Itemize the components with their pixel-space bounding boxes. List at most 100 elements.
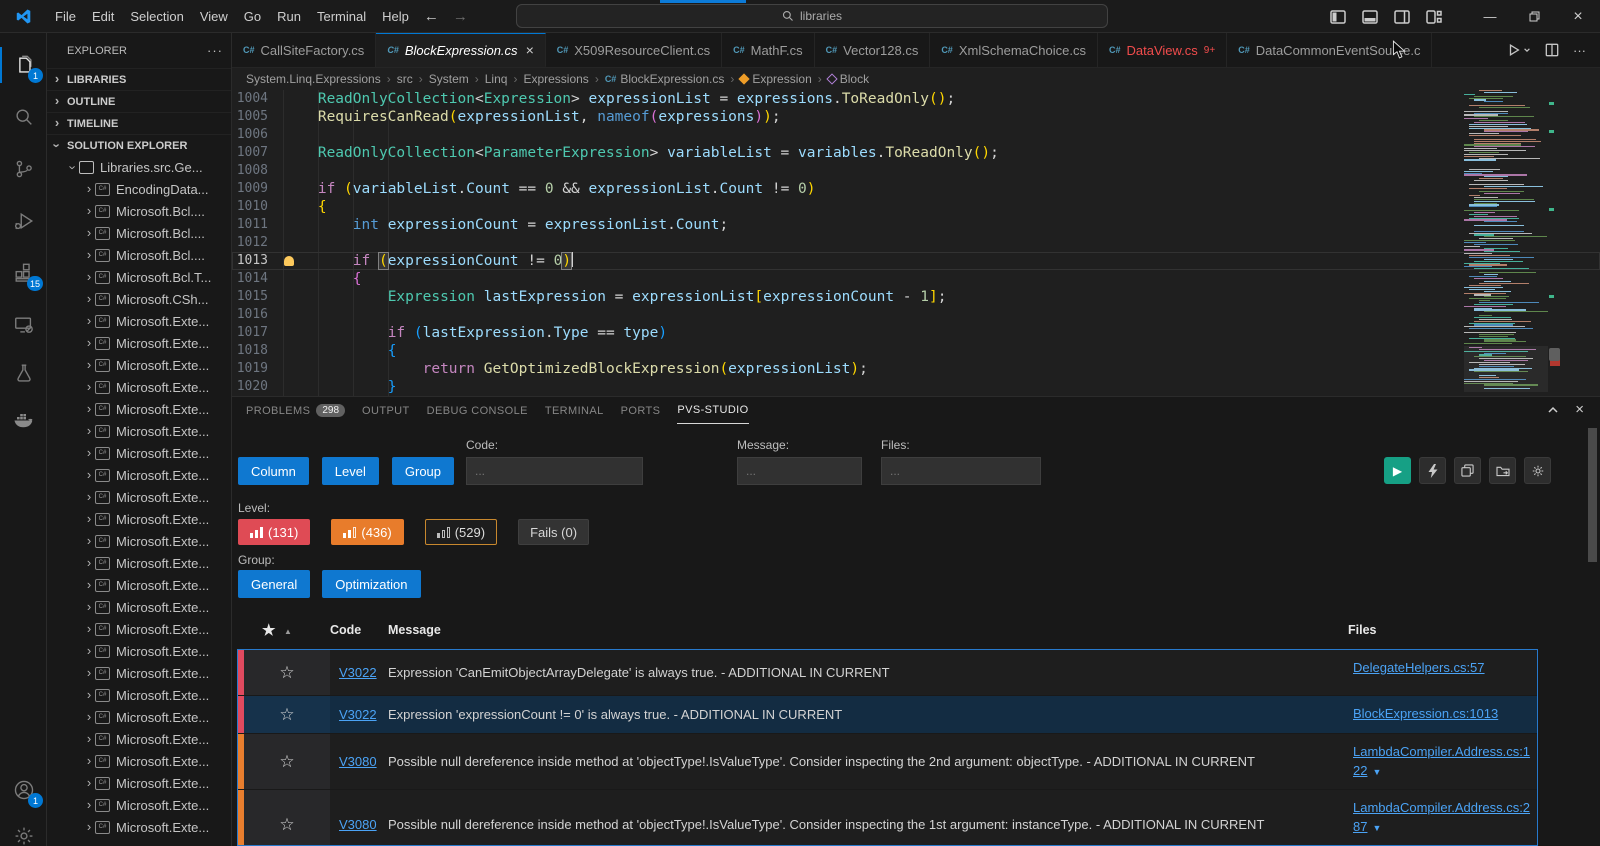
activity-search[interactable] bbox=[0, 95, 47, 139]
files-column-header[interactable]: Files bbox=[1348, 623, 1377, 637]
result-row[interactable]: ☆V3080Possible null dereference inside m… bbox=[238, 734, 1537, 790]
menu-terminal[interactable]: Terminal bbox=[309, 5, 374, 28]
activity-run-debug[interactable] bbox=[0, 199, 47, 243]
close-window-button[interactable]: × bbox=[1556, 0, 1600, 33]
diagnostic-code-link[interactable]: V3080 bbox=[339, 754, 377, 769]
tree-item[interactable]: ›C#Microsoft.Exte... bbox=[47, 464, 231, 486]
tree-item[interactable]: ›C#Microsoft.Exte... bbox=[47, 508, 231, 530]
code-line-1018[interactable]: 1018 { bbox=[232, 342, 1600, 360]
star-icon[interactable]: ☆ bbox=[279, 752, 294, 772]
panel-tab-ports[interactable]: PORTS bbox=[621, 398, 661, 424]
breadcrumb-item[interactable]: System bbox=[429, 72, 469, 86]
tree-item[interactable]: ›C#Microsoft.Exte... bbox=[47, 442, 231, 464]
tree-item[interactable]: ›C#Microsoft.Exte... bbox=[47, 398, 231, 420]
message-filter-input[interactable] bbox=[737, 457, 862, 485]
code-editor[interactable]: 1004 ReadOnlyCollection<Expression> expr… bbox=[232, 90, 1600, 396]
tree-item[interactable]: ›C#Microsoft.Exte... bbox=[47, 750, 231, 772]
tree-item[interactable]: ›C#Microsoft.Exte... bbox=[47, 728, 231, 750]
tab-mathf-cs[interactable]: C#MathF.cs bbox=[722, 33, 815, 67]
pvs-settings-button[interactable] bbox=[1524, 457, 1551, 484]
code-line-1007[interactable]: 1007 ReadOnlyCollection<ParameterExpress… bbox=[232, 144, 1600, 162]
tree-item[interactable]: ›C#Microsoft.Exte... bbox=[47, 552, 231, 574]
panel-tab-output[interactable]: OUTPUT bbox=[362, 398, 410, 424]
tree-item[interactable]: ›C#Microsoft.Exte... bbox=[47, 486, 231, 508]
editor-more-actions-icon[interactable]: ··· bbox=[1573, 43, 1586, 58]
tree-item[interactable]: ›C#Microsoft.Bcl.... bbox=[47, 222, 231, 244]
code-line-1012[interactable]: 1012 bbox=[232, 234, 1600, 252]
panel-tab-terminal[interactable]: TERMINAL bbox=[545, 398, 604, 424]
tree-item[interactable]: ›C#EncodingData... bbox=[47, 178, 231, 200]
code-line-1004[interactable]: 1004 ReadOnlyCollection<Expression> expr… bbox=[232, 90, 1600, 108]
breadcrumb-item[interactable]: src bbox=[397, 72, 413, 86]
run-analysis-button[interactable]: ▶ bbox=[1384, 457, 1411, 484]
tree-item[interactable]: ›C#Microsoft.Exte... bbox=[47, 772, 231, 794]
line-number[interactable]: 1016 bbox=[232, 306, 268, 324]
section-libraries[interactable]: ›LIBRARIES bbox=[47, 68, 231, 90]
menu-help[interactable]: Help bbox=[374, 5, 417, 28]
toggle-secondary-sidebar-icon[interactable] bbox=[1394, 10, 1410, 24]
result-row[interactable]: ☆V3022Expression 'expressionCount != 0' … bbox=[238, 696, 1537, 734]
level-orange-button[interactable]: (436) bbox=[331, 519, 403, 545]
panel-tab-pvs-studio[interactable]: PVS-STUDIO bbox=[677, 398, 748, 424]
activity-source-control[interactable] bbox=[0, 147, 47, 191]
files-filter-input[interactable] bbox=[881, 457, 1041, 485]
forward-button[interactable]: → bbox=[446, 8, 475, 25]
overview-ruler[interactable] bbox=[1548, 90, 1562, 396]
group-optimization-button[interactable]: Optimization bbox=[322, 570, 420, 598]
quick-actions-button[interactable] bbox=[1419, 457, 1446, 484]
breadcrumb-item[interactable]: System.Linq.Expressions bbox=[246, 72, 381, 86]
back-button[interactable]: ← bbox=[417, 8, 446, 25]
menu-selection[interactable]: Selection bbox=[122, 5, 191, 28]
tree-item[interactable]: ›C#Microsoft.CSh... bbox=[47, 288, 231, 310]
expand-locations-icon[interactable]: ▼ bbox=[1372, 767, 1381, 777]
tab-blockexpression-cs[interactable]: C#BlockExpression.cs× bbox=[376, 33, 545, 67]
tree-item[interactable]: ›C#Microsoft.Exte... bbox=[47, 618, 231, 640]
tree-item[interactable]: ›C#Microsoft.Exte... bbox=[47, 310, 231, 332]
activity-remote-explorer[interactable] bbox=[0, 303, 47, 347]
tree-item[interactable]: ›Libraries.src.Ge... bbox=[47, 156, 231, 178]
menu-view[interactable]: View bbox=[192, 5, 236, 28]
panel-scrollbar[interactable] bbox=[1588, 428, 1597, 562]
customize-layout-icon[interactable] bbox=[1426, 10, 1442, 24]
activity-explorer[interactable]: 1 bbox=[0, 43, 47, 87]
code-column-header[interactable]: Code bbox=[330, 623, 361, 637]
code-line-1015[interactable]: 1015 Expression lastExpression = express… bbox=[232, 288, 1600, 306]
diagnostic-code-link[interactable]: V3022 bbox=[339, 707, 377, 722]
menu-edit[interactable]: Edit bbox=[84, 5, 122, 28]
favorite-column-icon[interactable]: ★ bbox=[262, 621, 275, 639]
panel-tab-problems[interactable]: PROBLEMS298 bbox=[246, 398, 345, 424]
breadcrumb-item[interactable]: Expression bbox=[740, 72, 811, 86]
tab-vector128-cs[interactable]: C#Vector128.cs bbox=[815, 33, 931, 67]
message-column-header[interactable]: Message bbox=[388, 623, 441, 637]
file-location-link[interactable]: BlockExpression.cs:1013 bbox=[1353, 706, 1498, 721]
level-outline-button[interactable]: (529) bbox=[425, 519, 497, 545]
breadcrumb-item[interactable]: Linq bbox=[485, 72, 508, 86]
line-number[interactable]: 1008 bbox=[232, 162, 268, 180]
activity-extensions[interactable]: 15 bbox=[0, 251, 47, 295]
tree-item[interactable]: ›C#Microsoft.Exte... bbox=[47, 376, 231, 398]
level-button[interactable]: Level bbox=[322, 457, 379, 485]
tree-item[interactable]: ›C#Microsoft.Bcl.... bbox=[47, 200, 231, 222]
tree-item[interactable]: ›C#Microsoft.Exte... bbox=[47, 706, 231, 728]
tree-item[interactable]: ›C#Microsoft.Exte... bbox=[47, 794, 231, 816]
tree-item[interactable]: ›C#Microsoft.Exte... bbox=[47, 596, 231, 618]
breadcrumb-item[interactable]: C#BlockExpression.cs bbox=[605, 72, 725, 86]
command-center-search[interactable]: libraries bbox=[516, 4, 1108, 28]
tab-xmlschemachoice-cs[interactable]: C#XmlSchemaChoice.cs bbox=[930, 33, 1098, 67]
code-filter-input[interactable] bbox=[466, 457, 643, 485]
tree-item[interactable]: ›C#Microsoft.Exte... bbox=[47, 816, 231, 838]
group-button[interactable]: Group bbox=[392, 457, 454, 485]
file-location-link[interactable]: DelegateHelpers.cs:57 bbox=[1353, 660, 1485, 675]
star-icon[interactable]: ☆ bbox=[279, 663, 294, 683]
expand-locations-icon[interactable]: ▼ bbox=[1372, 823, 1381, 833]
panel-maximize-icon[interactable] bbox=[1547, 404, 1559, 416]
explorer-more-actions-icon[interactable]: ··· bbox=[207, 43, 223, 58]
code-line-1016[interactable]: 1016 bbox=[232, 306, 1600, 324]
code-line-1020[interactable]: 1020 } bbox=[232, 378, 1600, 396]
star-icon[interactable]: ☆ bbox=[279, 815, 294, 835]
code-line-1011[interactable]: 1011 int expressionCount = expressionLis… bbox=[232, 216, 1600, 234]
toggle-panel-icon[interactable] bbox=[1362, 10, 1378, 24]
panel-close-icon[interactable]: × bbox=[1575, 401, 1584, 418]
section-solution-explorer[interactable]: ›SOLUTION EXPLORER bbox=[47, 134, 231, 156]
diagnostic-code-link[interactable]: V3022 bbox=[339, 665, 377, 680]
